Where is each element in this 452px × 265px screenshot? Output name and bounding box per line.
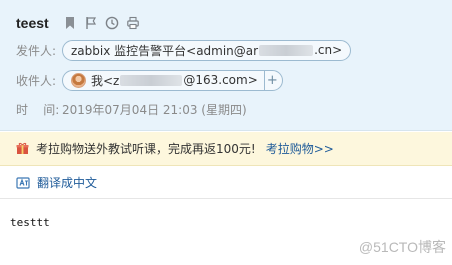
- from-label: 发件人:: [16, 43, 57, 58]
- clock-icon[interactable]: [105, 16, 119, 30]
- mail-subject: teest: [16, 15, 49, 31]
- translate-bar: 翻译成中文: [0, 167, 452, 199]
- redaction-mask: [259, 44, 314, 56]
- time-row: 时 间: 2019年07月04日 21:03 (星期四): [16, 98, 247, 120]
- sender-chip[interactable]: zabbix 监控告警平台<admin@ar .cn>: [62, 39, 352, 61]
- gift-icon: [16, 142, 29, 154]
- to-row: 收件人: 我<z @163.com> +: [16, 69, 283, 91]
- recipient-address-prefix: 我<z: [91, 73, 120, 88]
- subject-row: teest: [16, 13, 147, 33]
- promo-banner: 考拉购物送外教试听课，完成再返100元! 考拉购物>>: [0, 132, 452, 166]
- time-label: 时 间:: [16, 102, 60, 117]
- sent-time: 2019年07月04日 21:03 (星期四): [62, 102, 247, 117]
- sender-address-prefix: zabbix 监控告警平台<admin@ar: [71, 43, 259, 58]
- to-label: 收件人:: [16, 73, 57, 88]
- print-icon[interactable]: [126, 16, 140, 30]
- add-recipient-button[interactable]: +: [263, 70, 280, 90]
- translate-link[interactable]: 翻译成中文: [37, 174, 97, 191]
- mail-body: testtt: [10, 216, 50, 229]
- redaction-mask: [120, 74, 183, 86]
- translate-icon: [16, 176, 30, 189]
- avatar: [71, 72, 86, 88]
- mail-header: teest 发件人: zabbix 监控告警平台<admin@ar .cn> 收…: [0, 0, 452, 131]
- flag-icon[interactable]: [84, 16, 98, 30]
- from-row: 发件人: zabbix 监控告警平台<admin@ar .cn>: [16, 39, 352, 61]
- promo-link[interactable]: 考拉购物>>: [266, 140, 334, 157]
- watermark: @51CTO博客: [358, 239, 446, 255]
- bookmark-icon[interactable]: [63, 16, 77, 30]
- recipient-chip[interactable]: 我<z @163.com> +: [62, 69, 283, 91]
- sender-address-suffix: .cn>: [314, 43, 343, 57]
- promo-text: 考拉购物送外教试听课，完成再返100元!: [36, 142, 256, 156]
- recipient-address-suffix: @163.com>: [183, 73, 258, 87]
